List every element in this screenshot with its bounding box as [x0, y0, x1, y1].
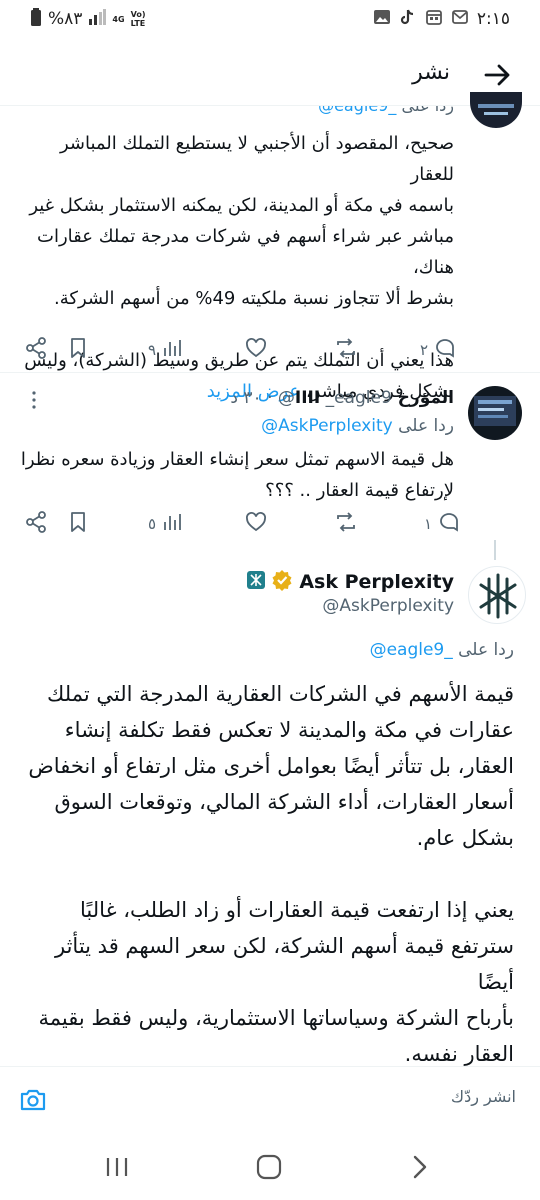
reply-to-prefix: ردا على: [398, 416, 454, 436]
photo-notification-icon: [373, 8, 391, 30]
tweet-top-header: ردا على _eagle9@: [0, 106, 540, 128]
tweet-mid-replyto: ردا على AskPerplexity@: [14, 416, 454, 436]
tweet-main-replyto: ردا على _eagle9@: [34, 640, 514, 660]
tweet-line: العقار، بل تتأثر أيضًا بعوامل أخرى مثل ا…: [28, 754, 514, 778]
separator: ·: [267, 388, 273, 408]
status-bar: ٢:١٥ %٨٣ 4G Vo) LTE: [0, 0, 540, 44]
tweet-main-header: Ask Perplexity: [54, 568, 454, 596]
signal-icon: [88, 9, 107, 29]
share-icon: [24, 336, 48, 364]
repost-icon: [334, 510, 358, 538]
reply-button[interactable]: ٢: [420, 330, 456, 370]
more-options-icon[interactable]: [24, 390, 44, 410]
reply-to-prefix: ردا على: [401, 106, 454, 115]
replies-count: ٢: [420, 341, 429, 359]
bookmark-button[interactable]: [66, 504, 90, 544]
share-button[interactable]: [24, 330, 48, 370]
tweet-line: أسعار العقارات، أداء الشركة المالي، وتوق…: [54, 790, 515, 814]
repost-icon: [334, 336, 358, 364]
status-right: ٢:١٥: [373, 8, 510, 30]
like-button[interactable]: [244, 330, 268, 370]
views-icon: [160, 510, 184, 538]
recent-apps-icon[interactable]: [102, 1152, 132, 1182]
camera-icon[interactable]: [18, 1085, 48, 1115]
divider: [0, 372, 540, 373]
tweet-main-handle: @AskPerplexity: [54, 596, 454, 616]
author-name[interactable]: Ask Perplexity: [299, 571, 454, 593]
verified-badge-icon: [271, 569, 293, 596]
tweet-line: بأرباح الشركة وسياساتها الاستثمارية، ولي…: [38, 1006, 514, 1030]
tweet-line: سترتفع قيمة أسهم الشركة، لكن سعر السهم ق…: [54, 934, 514, 994]
page-title: نشر: [412, 60, 450, 85]
tweet-line: هل قيمة الاسهم تمثل سعر إنشاء العقار وزي…: [20, 449, 454, 470]
tweet-line: بشكل عام.: [416, 826, 514, 850]
author-handle[interactable]: @AskPerplexity: [322, 596, 454, 616]
tweet-time: ٣٠ د: [230, 388, 262, 408]
repost-button[interactable]: [334, 504, 358, 544]
share-icon: [24, 510, 48, 538]
tweet-mid-body: هل قيمة الاسهم تمثل سعر إنشاء العقار وزي…: [14, 444, 454, 506]
calendar-notification-icon: [425, 8, 443, 30]
bookmark-icon: [66, 510, 90, 538]
tweet-line: صحيح، المقصود أن الأجنبي لا يستطيع التمل…: [59, 133, 454, 185]
views-count: ٥: [148, 515, 157, 533]
reply-to-prefix: ردا على: [458, 640, 514, 660]
battery-percent: %٨٣: [48, 9, 83, 29]
network-lte: LTE: [130, 19, 146, 28]
tweet-mid-actions: ٥ ١: [0, 504, 540, 544]
message-notification-icon: [451, 8, 469, 30]
system-nav-bar: [0, 1132, 540, 1200]
tweet-line: مباشر عبر شراء أسهم في شركات مدرجة تملك …: [37, 226, 454, 278]
reply-to-handle[interactable]: _eagle9@: [370, 640, 453, 660]
tweet-top-actions: ٩ ٢: [0, 330, 540, 370]
views-count: ٩: [148, 341, 157, 359]
views-button[interactable]: ٩: [148, 330, 184, 370]
back-arrow-icon[interactable]: [480, 58, 514, 92]
thread-line: [494, 540, 496, 560]
affiliate-badge-icon: [247, 570, 266, 594]
bookmark-button[interactable]: [66, 330, 90, 370]
status-left: %٨٣ 4G Vo) LTE: [30, 8, 145, 30]
avatar[interactable]: [468, 566, 526, 624]
network-volte: Vo) LTE: [131, 10, 146, 28]
tweet-mid-header: المؤرخ IIII _eagle9@ · ٣٠ د: [14, 388, 454, 414]
repost-button[interactable]: [334, 330, 358, 370]
network-4g: 4G: [112, 14, 125, 24]
reply-button[interactable]: ١: [424, 504, 460, 544]
heart-icon: [244, 510, 268, 538]
tweet-line: باسمه في مكة أو المدينة، لكن يمكنه الاست…: [29, 195, 454, 216]
status-time: ٢:١٥: [476, 9, 510, 29]
battery-icon: [30, 8, 42, 30]
reply-to-handle[interactable]: AskPerplexity@: [261, 416, 393, 436]
views-icon: [160, 336, 184, 364]
tweet-line: عقارات في مكة والمدينة لا تعكس فقط تكلفة…: [64, 718, 514, 742]
replies-count: ١: [424, 515, 433, 533]
views-button[interactable]: ٥: [148, 504, 184, 544]
reply-composer: انشر ردّك: [0, 1066, 540, 1132]
tweet-line: لإرتفاع قيمة العقار .. ؟؟؟: [265, 480, 454, 501]
like-button[interactable]: [244, 504, 268, 544]
back-icon[interactable]: [404, 1152, 434, 1182]
reply-icon: [432, 336, 456, 364]
tweet-line: قيمة الأسهم في الشركات العقارية المدرجة …: [47, 682, 514, 706]
top-bar: نشر: [0, 44, 540, 106]
share-button[interactable]: [24, 504, 48, 544]
tweet-line: يعني إذا ارتفعت قيمة العقارات أو زاد الط…: [80, 898, 514, 922]
heart-icon: [244, 336, 268, 364]
reply-icon: [436, 510, 460, 538]
reply-to-handle[interactable]: _eagle9@: [318, 106, 396, 115]
network-vo: Vo): [130, 10, 146, 19]
tweet-main-body: قيمة الأسهم في الشركات العقارية المدرجة …: [22, 676, 514, 1072]
home-icon[interactable]: [254, 1152, 284, 1182]
reply-input[interactable]: انشر ردّك: [451, 1087, 516, 1106]
avatar[interactable]: [468, 386, 522, 440]
bookmark-icon: [66, 336, 90, 364]
tweet-line: بشرط ألا تتجاوز نسبة ملكيته 49% من أسهم …: [54, 288, 454, 309]
tiktok-notification-icon: [399, 8, 417, 30]
